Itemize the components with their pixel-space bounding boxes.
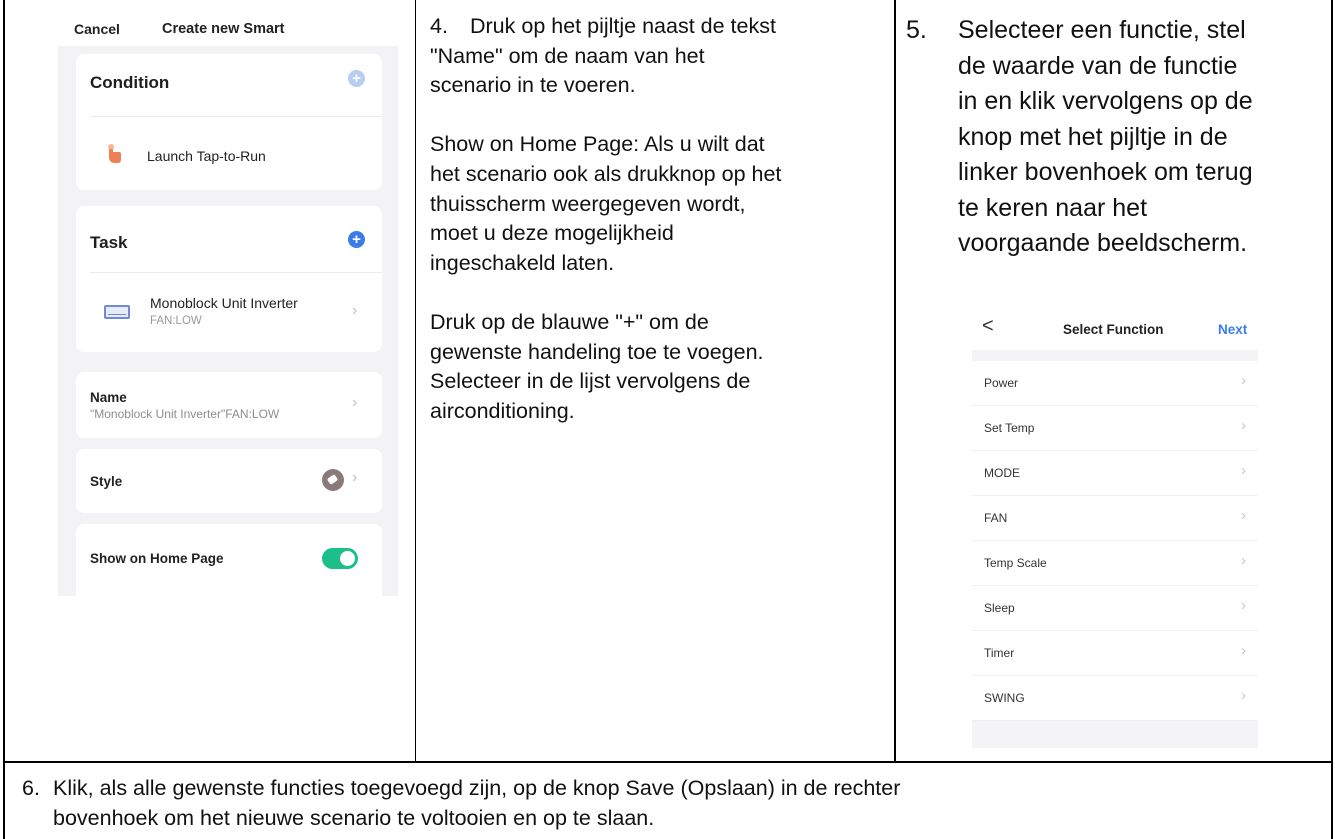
- table-divider-row: [3, 761, 1333, 763]
- function-label: Set Temp: [984, 421, 1035, 435]
- function-label: MODE: [984, 466, 1020, 480]
- para-line: moet u deze mogelijkheid: [430, 221, 674, 246]
- step-6: 6. Klik, als alle gewenste functies toeg…: [22, 773, 1312, 833]
- function-list: Power › Set Temp › MODE › FAN › Temp Scale › …: [972, 361, 1258, 721]
- back-arrow-icon[interactable]: <: [982, 315, 994, 338]
- step-6-line: Klik, als alle gewenste functies toegevo…: [53, 776, 901, 800]
- condition-item-label[interactable]: Launch Tap-to-Run: [147, 148, 266, 164]
- style-label: Style: [90, 474, 123, 489]
- add-task-button[interactable]: +: [348, 231, 365, 248]
- function-item[interactable]: Sleep ›: [972, 586, 1258, 631]
- table-border-right: [1331, 0, 1333, 839]
- step-5-line: Selecteer een functie, stel: [958, 16, 1246, 44]
- tag-icon: [322, 469, 344, 491]
- function-item[interactable]: Temp Scale ›: [972, 541, 1258, 586]
- next-button[interactable]: Next: [1218, 322, 1247, 337]
- home-page-toggle[interactable]: [322, 548, 358, 569]
- para-line: thuisscherm weergegeven wordt,: [430, 191, 746, 216]
- step-5-number: 5.: [906, 16, 927, 44]
- task-card: Task + Monoblock Unit Inverter FAN:LOW ›: [76, 206, 382, 352]
- air-conditioner-icon: [104, 305, 130, 319]
- step-5-line: te keren naar het: [958, 193, 1148, 222]
- function-label: Temp Scale: [984, 556, 1047, 570]
- function-label: Sleep: [984, 601, 1015, 615]
- function-item[interactable]: Timer ›: [972, 631, 1258, 676]
- step-4-number: 4.: [430, 14, 448, 38]
- instruction-table: Cancel Create new Smart Condition + Laun…: [0, 0, 1335, 839]
- step-5-line: voorgaande beeldscherm.: [958, 229, 1248, 257]
- table-border-left: [3, 0, 5, 839]
- divider: [90, 116, 382, 117]
- name-card[interactable]: Name "Monoblock Unit Inverter"FAN:LOW ›: [76, 372, 382, 438]
- chevron-right-icon: ›: [1241, 417, 1246, 434]
- step-5-line: in en klik vervolgens op de: [958, 87, 1253, 115]
- chevron-right-icon[interactable]: ›: [352, 302, 357, 320]
- step-4-line-3: scenario in te voeren.: [430, 73, 636, 98]
- chevron-right-icon: ›: [1241, 552, 1246, 569]
- style-card[interactable]: Style ›: [76, 449, 382, 513]
- task-item-sub: FAN:LOW: [150, 315, 202, 327]
- function-item[interactable]: FAN ›: [972, 496, 1258, 541]
- step-5-line: knop met het pijltje in de: [958, 122, 1228, 151]
- step-4-para-2: Show on Home Page: Als u wilt dat het sc…: [430, 130, 880, 278]
- chevron-right-icon: ›: [1241, 507, 1246, 524]
- step-5-line: de waarde van de functie: [958, 51, 1238, 80]
- step-4: 4. Druk op het pijltje naast de tekst "Na…: [430, 12, 880, 426]
- function-item[interactable]: MODE ›: [972, 451, 1258, 496]
- divider: [90, 272, 382, 273]
- table-divider-col2: [894, 0, 896, 762]
- chevron-right-icon: ›: [1241, 372, 1246, 389]
- chevron-right-icon: ›: [1241, 462, 1246, 479]
- para-line: airconditioning.: [430, 398, 575, 423]
- para-line: Selecteer in de lijst vervolgens de: [430, 369, 751, 394]
- table-divider-col1: [415, 0, 416, 762]
- function-item[interactable]: Power ›: [972, 361, 1258, 406]
- step-5-text: Selecteer een functie, stel de waarde va…: [906, 13, 1330, 262]
- function-item[interactable]: Set Temp ›: [972, 406, 1258, 451]
- screen-title: Select Function: [1063, 322, 1164, 337]
- para-line: Show on Home Page: Als u wilt dat: [430, 132, 765, 157]
- step-6-line: bovenhoek om het nieuwe scenario te volt…: [53, 806, 655, 830]
- step-5-line: linker bovenhoek om terug: [958, 158, 1253, 186]
- chevron-right-icon[interactable]: ›: [352, 469, 357, 487]
- plus-circle-icon[interactable]: +: [348, 70, 365, 87]
- top-bar: < Select Function Next: [972, 308, 1258, 350]
- create-smart-screenshot: Cancel Create new Smart Condition + Laun…: [58, 6, 398, 596]
- step-5: 5. Selecteer een functie, stel de waarde…: [906, 13, 1330, 262]
- step-4-line-2: "Name" om de naam van het: [430, 43, 705, 68]
- task-item-title[interactable]: Monoblock Unit Inverter: [150, 295, 298, 311]
- function-label: SWING: [984, 691, 1025, 705]
- para-line: Druk op de blauwe "+" om de: [430, 309, 709, 334]
- function-label: Timer: [984, 646, 1015, 660]
- condition-heading: Condition: [90, 73, 170, 92]
- function-label: Power: [984, 376, 1019, 390]
- chevron-right-icon: ›: [1241, 597, 1246, 614]
- step-6-number: 6.: [22, 776, 40, 800]
- screen-title: Create new Smart: [162, 21, 285, 37]
- name-value: "Monoblock Unit Inverter"FAN:LOW: [90, 407, 280, 421]
- task-heading: Task: [90, 233, 128, 252]
- chevron-right-icon[interactable]: ›: [352, 394, 357, 412]
- condition-card: Condition + Launch Tap-to-Run: [76, 54, 382, 190]
- cancel-button[interactable]: Cancel: [74, 21, 120, 37]
- step-4-line-1: 4. Druk op het pijltje naast de tekst: [430, 12, 880, 42]
- chevron-right-icon: ›: [1241, 642, 1246, 659]
- step-4-para-3: Druk op de blauwe "+" om de gewenste han…: [430, 308, 880, 426]
- name-label: Name: [90, 390, 127, 405]
- top-bar: Cancel Create new Smart: [58, 6, 398, 46]
- hand-tap-icon: [108, 144, 121, 163]
- home-page-card: Show on Home Page: [76, 524, 382, 596]
- select-function-screenshot: < Select Function Next Power › Set Temp › …: [972, 308, 1258, 748]
- para-line: ingeschakeld laten.: [430, 250, 615, 275]
- home-page-label: Show on Home Page: [90, 551, 224, 566]
- chevron-right-icon: ›: [1241, 687, 1246, 704]
- para-line: gewenste handeling toe te voegen.: [430, 339, 764, 364]
- function-item[interactable]: SWING ›: [972, 676, 1258, 721]
- para-line: het scenario ook als drukknop op het: [430, 161, 782, 186]
- function-label: FAN: [984, 511, 1008, 525]
- step-4-line-1-text: Druk op het pijltje naast de tekst: [470, 14, 776, 38]
- step-6-text: Klik, als alle gewenste functies toegevo…: [22, 773, 1312, 833]
